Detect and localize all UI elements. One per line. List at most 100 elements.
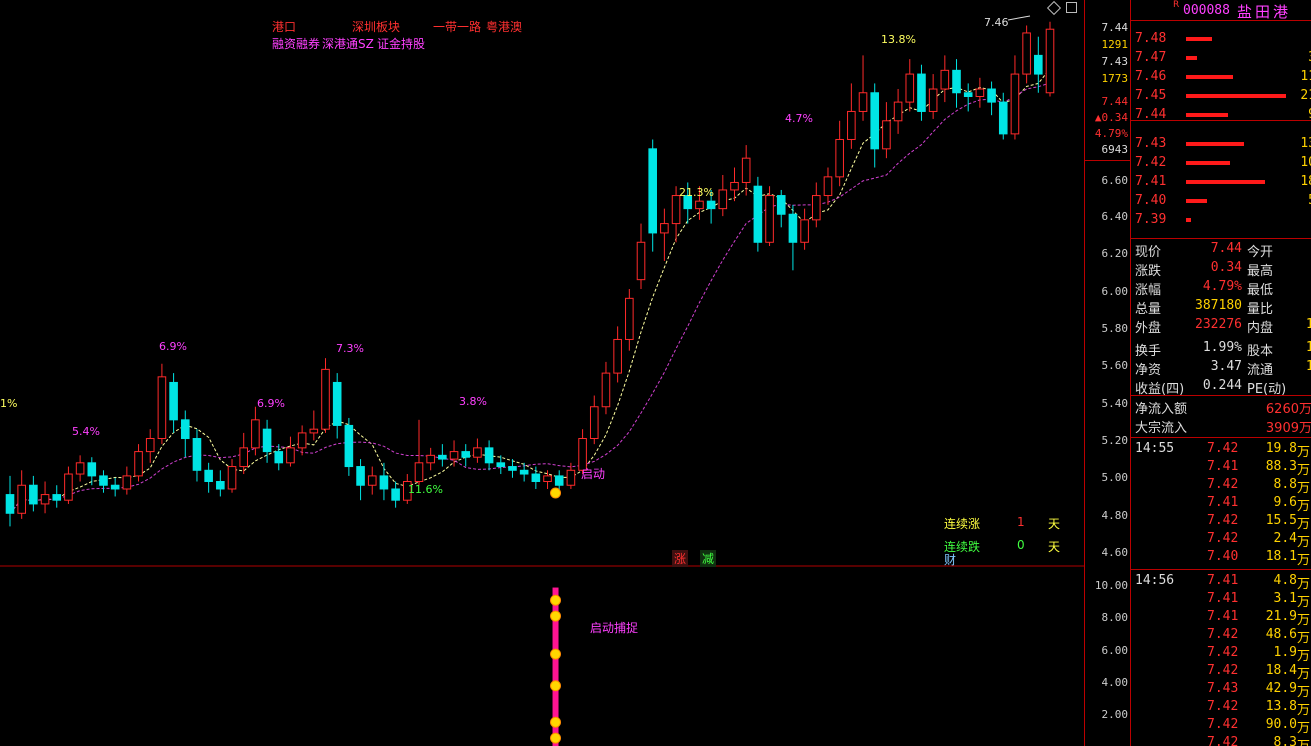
jian-tag[interactable]: 减 xyxy=(700,550,717,567)
tick-price: 7.42 xyxy=(1207,441,1239,456)
tick-row: 7.42 15.5 万 xyxy=(1131,513,1311,532)
indicator-tick-label: 8.00 xyxy=(1101,611,1129,624)
axis-top-value: 7.44 xyxy=(1101,95,1129,108)
pct-label: 21.3% xyxy=(679,186,714,199)
order-book-row[interactable]: 7.43 13 xyxy=(1131,136,1311,154)
candle-body xyxy=(145,438,155,453)
quote-value: 1 xyxy=(1306,359,1311,374)
signal-butterfly-icon xyxy=(550,594,562,606)
tick-row: 7.42 48.6 万 xyxy=(1131,627,1311,646)
tip-arrow xyxy=(1007,15,1031,21)
order-book-row[interactable]: 7.48 xyxy=(1131,31,1311,49)
order-volume-bar xyxy=(1186,180,1265,184)
candle-body xyxy=(765,195,774,243)
concept-tag-port[interactable]: 港口 xyxy=(272,18,296,35)
tick-price: 7.41 xyxy=(1207,495,1239,510)
tick-unit: 万 xyxy=(1297,463,1311,478)
candle-body xyxy=(952,69,961,94)
candle-body xyxy=(660,223,669,234)
order-book-row[interactable]: 7.473 xyxy=(1131,50,1311,68)
candle-body xyxy=(589,406,599,440)
net-inflow-value: 6260万 xyxy=(1265,402,1311,417)
kline-chart-area[interactable]: 港口 深圳板块 一带一路 粤港澳 融资融券 深港通SZ 证金持股 7.46 1%… xyxy=(0,0,1084,746)
streak-up-value: 1 xyxy=(1017,515,1025,529)
candle-body xyxy=(379,475,389,490)
order-book-row[interactable]: 7.45 21 xyxy=(1131,88,1311,106)
tick-unit: 万 xyxy=(1297,517,1311,532)
expand-icon[interactable] xyxy=(1066,2,1077,13)
concept-tag-connect[interactable]: 深港通SZ xyxy=(322,35,374,52)
order-volume-bar xyxy=(1186,161,1230,165)
order-book-row[interactable]: 7.449 xyxy=(1131,107,1311,125)
order-price: 7.45 xyxy=(1135,88,1167,103)
finance-tag[interactable]: 财 xyxy=(944,551,956,568)
quote-label: 换手 xyxy=(1135,344,1162,359)
quote-row: 涨跌 0.34 最高 xyxy=(1131,260,1311,279)
tick-volume: 42.9 xyxy=(1265,681,1297,696)
candle-body xyxy=(75,462,85,475)
concept-tag-margin[interactable]: 融资融券 xyxy=(272,35,320,52)
axis-top-value: 7.44 xyxy=(1101,21,1129,34)
price-axis: 7.44 1291 7.43 1773 7.44 ▲0.34 4.79% 694… xyxy=(1084,0,1131,746)
pct-label: 13.8% xyxy=(881,33,916,46)
candle-body xyxy=(730,181,739,191)
candle-body xyxy=(905,73,915,103)
pct-label: 5.4% xyxy=(72,425,100,438)
order-price: 7.40 xyxy=(1135,193,1167,208)
order-book-row[interactable]: 7.41 18 xyxy=(1131,174,1311,192)
tick-row: 7.43 42.9 万 xyxy=(1131,681,1311,700)
tick-volume: 88.3 xyxy=(1265,459,1297,474)
price-tick-label: 5.60 xyxy=(1101,359,1129,372)
concept-tag-shenzhen[interactable]: 深圳板块 xyxy=(352,18,400,35)
tick-row: 7.40 18.1 万 xyxy=(1131,549,1311,568)
price-tick-label: 4.80 xyxy=(1101,509,1129,522)
quote-value: 1 xyxy=(1306,317,1311,332)
candle-body xyxy=(29,484,38,505)
candle-body xyxy=(484,447,494,464)
candle-body xyxy=(134,451,143,477)
candle-body xyxy=(1045,28,1055,94)
pct-label: 11.6% xyxy=(408,483,443,496)
order-book-row[interactable]: 7.46 11 xyxy=(1131,69,1311,87)
order-book-row[interactable]: 7.39 xyxy=(1131,212,1311,230)
candle-body xyxy=(671,195,681,225)
tick-price: 7.41 xyxy=(1207,609,1239,624)
candle-body xyxy=(473,447,482,458)
concept-tag-belt-road[interactable]: 一带一路 xyxy=(433,18,481,35)
candle-body xyxy=(52,494,62,501)
ma-slow-line xyxy=(9,82,1051,514)
order-price: 7.46 xyxy=(1135,69,1167,84)
tick-volume: 19.8 xyxy=(1265,441,1297,456)
tick-volume: 3.1 xyxy=(1273,591,1297,606)
candle-body xyxy=(963,92,973,97)
tick-row: 7.42 8.8 万 xyxy=(1131,477,1311,496)
candle-body xyxy=(695,200,704,210)
tick-volume: 2.4 xyxy=(1273,531,1297,546)
candle-body xyxy=(706,200,716,210)
quote-row: 换手 1.99% 股本 1 xyxy=(1131,340,1311,359)
candle-body xyxy=(426,454,435,464)
concept-tag-csf[interactable]: 证金持股 xyxy=(377,35,425,52)
axis-top-value: ▲0.34 xyxy=(1094,111,1128,124)
quote-label: 涨跌 xyxy=(1135,264,1162,279)
candle-body xyxy=(1034,54,1043,75)
tick-price: 7.42 xyxy=(1207,663,1239,678)
price-tick-label: 6.20 xyxy=(1101,247,1129,260)
candle-body xyxy=(192,438,202,471)
indicator-tick-label: 6.00 xyxy=(1101,644,1129,657)
signal-butterfly-icon xyxy=(550,732,562,744)
order-book-row[interactable]: 7.42 10 xyxy=(1131,155,1311,173)
candle-body xyxy=(823,176,833,197)
order-book-row[interactable]: 7.405 xyxy=(1131,193,1311,211)
tick-price: 7.43 xyxy=(1207,681,1239,696)
bulk-inflow-row: 大宗流入 3909万 xyxy=(1131,417,1311,436)
candle-body xyxy=(917,73,926,112)
ma-fast-line xyxy=(9,68,1051,514)
zhang-tag[interactable]: 涨 xyxy=(672,550,689,567)
concept-tag-gba[interactable]: 粤港澳 xyxy=(486,18,522,35)
tick-unit: 万 xyxy=(1297,735,1310,746)
candle-body xyxy=(227,466,237,490)
tick-unit: 万 xyxy=(1297,721,1311,736)
kline-chart[interactable] xyxy=(0,0,1084,746)
tick-row: 7.41 3.1 万 xyxy=(1131,591,1311,610)
